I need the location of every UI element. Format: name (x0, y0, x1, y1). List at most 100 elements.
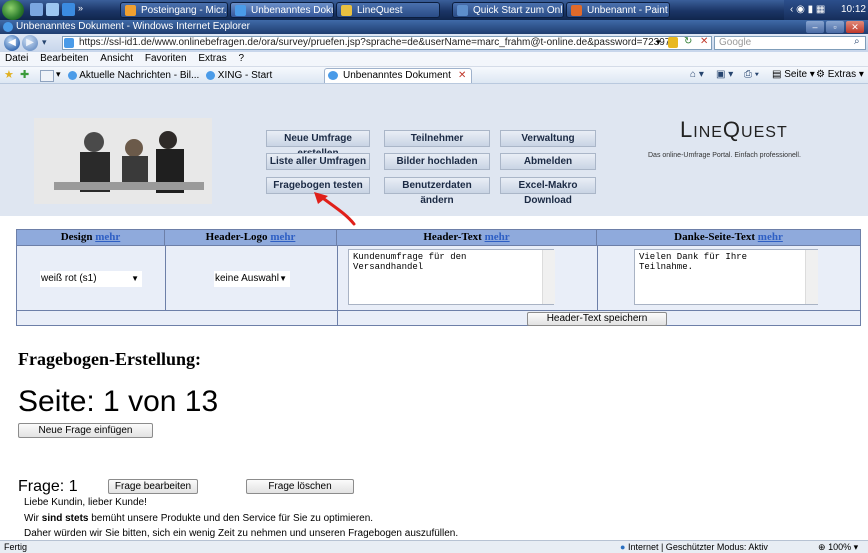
tools-menu-button[interactable]: ⚙ Extras ▾ (816, 69, 864, 80)
ie-icon (3, 22, 13, 32)
administration-button[interactable]: Verwaltung (500, 130, 596, 147)
menu-datei[interactable]: Datei (5, 53, 28, 64)
quicklaunch-switch-icon[interactable] (46, 3, 59, 16)
address-input[interactable]: https://ssl-id1.de/www.onlinebefragen.de… (62, 36, 712, 50)
new-survey-button[interactable]: Neue Umfrage erstellen (266, 130, 370, 159)
col-header-text: Header-Text mehr (337, 230, 597, 245)
add-favorite-icon[interactable]: ✚ (20, 68, 29, 81)
more-link[interactable]: mehr (270, 231, 295, 243)
home-icon[interactable]: ⌂ ▾ (690, 69, 704, 80)
quicklaunch-desktop-icon[interactable] (30, 3, 43, 16)
window-title: Unbenanntes Dokument - Windows Internet … (16, 21, 251, 32)
back-button[interactable]: ◀ (4, 35, 20, 51)
print-icon[interactable]: ⎙ ▾ (744, 69, 759, 80)
favorite-xing[interactable]: XING - Start (206, 69, 272, 82)
tab-close-icon[interactable]: ✕ (458, 70, 466, 81)
tray-icons[interactable]: ‹ ◉ ▮ ▦ (790, 4, 825, 15)
office-people-image (34, 118, 212, 204)
favorites-star-icon[interactable]: ★ (4, 68, 14, 81)
zoom-icon: ⊕ (818, 542, 826, 552)
system-tray: ‹ ◉ ▮ ▦ 10:12 (784, 0, 868, 20)
divider (16, 310, 861, 311)
more-link[interactable]: mehr (95, 231, 120, 243)
scrollbar[interactable] (805, 250, 818, 304)
page-menu-button[interactable]: ▤ Seite ▾ (772, 69, 815, 80)
maximize-button[interactable]: ▫ (826, 21, 844, 33)
more-link[interactable]: mehr (485, 231, 510, 243)
page-indicator: Seite: 1 von 13 (18, 385, 219, 418)
select-value: keine Auswahl (215, 273, 279, 284)
ie-icon (206, 70, 215, 80)
history-dropdown-icon[interactable]: ▾ (42, 37, 47, 48)
clock[interactable]: 10:12 (841, 0, 866, 20)
ie-icon (328, 71, 338, 80)
divider (597, 245, 598, 310)
excel-macro-download-button[interactable]: Excel-Makro Download (500, 177, 596, 206)
insert-question-button[interactable]: Neue Frage einfügen (18, 423, 153, 438)
forward-button[interactable]: ▶ (22, 35, 38, 51)
upload-images-button[interactable]: Bilder hochladen (384, 153, 490, 170)
stop-icon[interactable]: ✕ (700, 36, 708, 47)
address-url: https://ssl-id1.de/www.onlinebefragen.de… (79, 37, 676, 48)
tab-active[interactable]: Unbenanntes Dokument (324, 68, 472, 83)
all-surveys-button[interactable]: Liste aller Umfragen (266, 153, 370, 170)
menu-help[interactable]: ? (238, 53, 244, 64)
save-header-text-button[interactable]: Header-Text speichern (527, 312, 667, 326)
address-dropdown-icon[interactable]: ▾ (656, 37, 661, 48)
minimize-button[interactable]: – (806, 21, 824, 33)
task-label: Quick Start zum Onl... (473, 5, 564, 16)
search-icon[interactable]: ⌕ (854, 36, 860, 47)
menu-extras[interactable]: Extras (198, 53, 226, 64)
task-quickstart[interactable]: Quick Start zum Onl... (452, 2, 564, 18)
thanks-text-area[interactable]: Vielen Dank für Ihre Teilnahme. (634, 249, 818, 305)
favorite-bild[interactable]: Aktuelle Nachrichten - Bil... (68, 69, 199, 82)
ie-icon (235, 5, 246, 16)
divider (165, 245, 166, 310)
close-button[interactable]: ✕ (846, 21, 864, 33)
status-text: Fertig (4, 542, 28, 552)
refresh-icon[interactable]: ↻ (684, 36, 692, 47)
tab-list-icon[interactable] (40, 70, 54, 82)
task-label: Unbenanntes Doku... (251, 5, 333, 16)
menu-bearbeiten[interactable]: Bearbeiten (40, 53, 88, 64)
page-icon: ▤ (772, 69, 782, 80)
design-select[interactable]: weiß rot (s1) ▼ (40, 271, 142, 287)
window-controls: – ▫ ✕ (806, 21, 866, 33)
col-thanks-text: Danke-Seite-Text mehr (597, 230, 860, 245)
logo-part: UEST (741, 124, 788, 141)
security-zone[interactable]: ● Internet | Geschützter Modus: Aktiv (620, 541, 768, 553)
lock-icon[interactable] (668, 37, 678, 48)
header-logo-select[interactable]: keine Auswahl ▼ (214, 271, 290, 287)
question-text-line: Daher würden wir Sie bitten, sich ein we… (24, 528, 459, 539)
quicklaunch-more-icon[interactable]: » (78, 3, 83, 13)
task-linequest[interactable]: LineQuest (336, 2, 440, 18)
col-label: Danke-Seite-Text (674, 231, 756, 243)
logo-part: Q (722, 117, 742, 142)
gear-icon: ⚙ (816, 69, 825, 80)
edit-question-button[interactable]: Frage bearbeiten (108, 479, 198, 494)
participants-button[interactable]: Teilnehmer (384, 130, 490, 147)
task-ie[interactable]: Unbenanntes Doku... (230, 2, 334, 18)
quicklaunch-ie-icon[interactable] (62, 3, 75, 16)
task-outlook[interactable]: Posteingang - Micr... (120, 2, 228, 18)
scrollbar[interactable] (542, 250, 555, 304)
start-button[interactable] (2, 0, 24, 20)
menu-ansicht[interactable]: Ansicht (100, 53, 133, 64)
menu-favoriten[interactable]: Favoriten (145, 53, 187, 64)
logout-button[interactable]: Abmelden (500, 153, 596, 170)
feeds-icon[interactable]: ▣ ▾ (716, 69, 733, 80)
menu-bar: Datei Bearbeiten Ansicht Favoriten Extra… (0, 52, 868, 67)
delete-question-button[interactable]: Frage löschen (246, 479, 354, 494)
question-text-line: Liebe Kundin, lieber Kunde! (24, 497, 147, 508)
more-link[interactable]: mehr (758, 231, 783, 243)
header-text-area[interactable]: Kundenumfrage für den Versandhandel (348, 249, 554, 305)
task-paint[interactable]: Unbenannt - Paint (566, 2, 670, 18)
search-input[interactable]: Google (714, 36, 866, 50)
outlook-icon (125, 5, 136, 16)
question-label: Frage: 1 (18, 478, 78, 495)
tab-list-dropdown-icon[interactable]: ▾ (56, 69, 61, 80)
window-titlebar: Unbenanntes Dokument - Windows Internet … (0, 20, 868, 34)
zoom-control[interactable]: ⊕ 100% ▾ (818, 541, 858, 553)
zone-label: Internet | Geschützter Modus: Aktiv (627, 542, 768, 552)
edit-user-data-button[interactable]: Benutzerdaten ändern (384, 177, 490, 206)
